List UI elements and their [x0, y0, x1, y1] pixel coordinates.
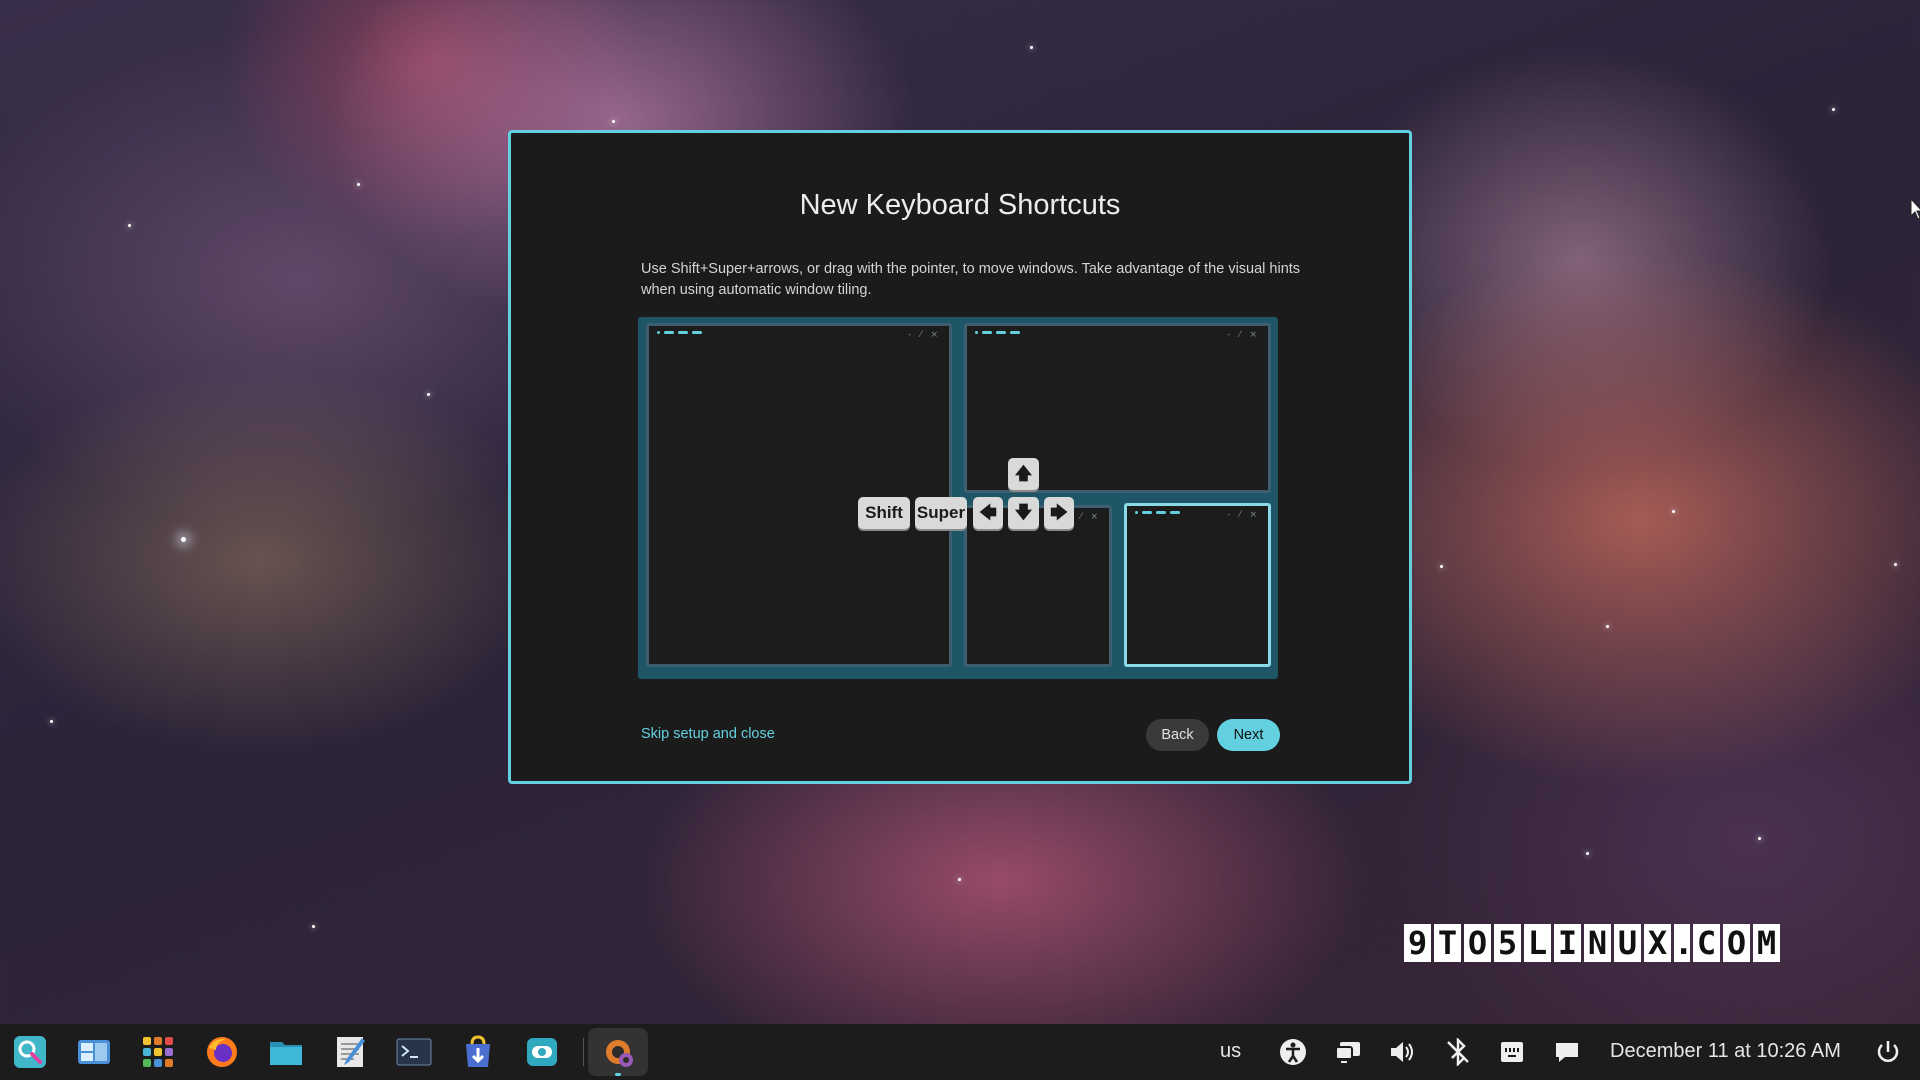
bluetooth-off-icon[interactable]	[1444, 1038, 1472, 1066]
taskbar: us December 11 at 10:26 AM	[0, 1024, 1920, 1080]
display-icon[interactable]	[1334, 1038, 1362, 1066]
welcome-dialog: New Keyboard Shortcuts Use Shift+Super+a…	[508, 130, 1412, 784]
app-library-icon[interactable]	[140, 1034, 176, 1070]
files-icon[interactable]	[268, 1034, 304, 1070]
app-store-icon[interactable]	[460, 1034, 496, 1070]
launcher-icon[interactable]	[12, 1034, 48, 1070]
back-button[interactable]: Back	[1146, 719, 1209, 751]
date-time[interactable]: December 11 at 10:26 AM	[1610, 1040, 1841, 1063]
super-key: Super	[915, 497, 967, 529]
text-editor-icon[interactable]	[332, 1034, 368, 1070]
tiling-illustration: - ⁄ × - ⁄ × - ⁄ × - ⁄ × Shift Super 🡅 🡄 …	[638, 317, 1278, 679]
mouse-cursor-icon	[1910, 198, 1920, 220]
arrow-down-key: 🡇	[1008, 497, 1039, 529]
power-icon[interactable]	[1874, 1038, 1902, 1066]
dialog-title: New Keyboard Shortcuts	[799, 189, 1121, 221]
network-wired-icon[interactable]	[1498, 1038, 1526, 1066]
arrow-right-key: 🡆	[1044, 497, 1074, 529]
arrow-left-key: 🡄	[973, 497, 1003, 529]
tiled-window-bottom-middle: - ⁄ ×	[964, 505, 1112, 667]
firefox-icon[interactable]	[204, 1034, 240, 1070]
keyboard-layout-indicator[interactable]: us	[1220, 1040, 1241, 1063]
watermark-logo: 9TO5LINUX.COM	[1404, 924, 1780, 966]
tiled-window-bottom-right: - ⁄ ×	[1124, 503, 1271, 667]
workspaces-icon[interactable]	[76, 1034, 112, 1070]
tiled-window-left: - ⁄ ×	[646, 323, 952, 667]
dialog-description: Use Shift+Super+arrows, or drag with the…	[641, 261, 1301, 298]
notifications-icon[interactable]	[1553, 1038, 1581, 1066]
terminal-icon[interactable]	[396, 1034, 432, 1070]
arrow-up-key: 🡅	[1008, 458, 1039, 490]
next-button[interactable]: Next	[1217, 719, 1280, 751]
accessibility-icon[interactable]	[1279, 1038, 1307, 1066]
shift-key: Shift	[858, 497, 910, 529]
volume-icon[interactable]	[1388, 1038, 1416, 1066]
skip-setup-link[interactable]: Skip setup and close	[641, 726, 775, 742]
initial-setup-icon[interactable]	[600, 1034, 636, 1070]
active-app-indicator	[615, 1073, 621, 1076]
settings-store-icon[interactable]	[524, 1034, 560, 1070]
taskbar-divider	[583, 1038, 584, 1066]
